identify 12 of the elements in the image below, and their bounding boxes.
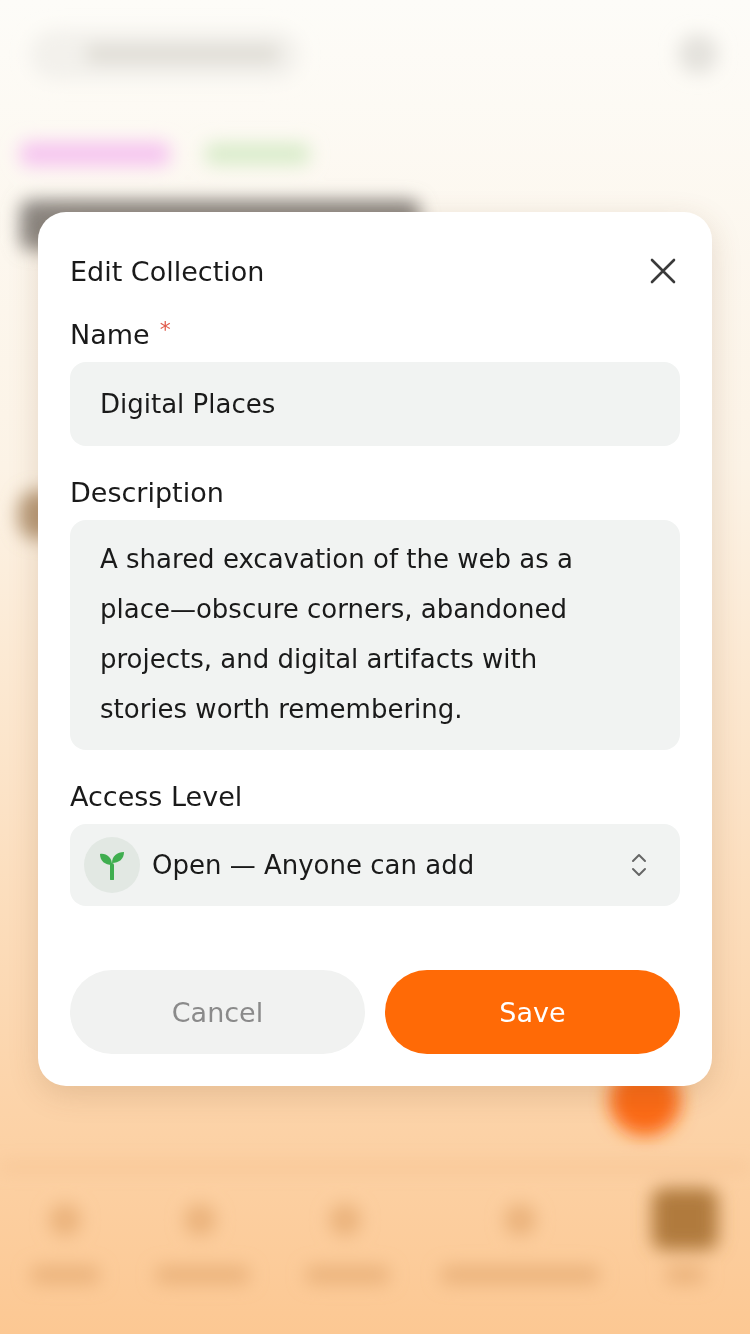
select-value: Open — Anyone can add — [152, 849, 476, 882]
field-label: Access Level — [70, 780, 243, 814]
close-icon[interactable] — [650, 258, 676, 284]
field-label: Name — [70, 318, 150, 352]
dialog-title: Edit Collection — [70, 255, 265, 287]
chevron-updown-icon — [630, 852, 648, 878]
sprout-icon — [84, 837, 140, 893]
input-field[interactable]: Digital Places — [70, 362, 680, 446]
required-mark: * — [159, 316, 171, 344]
field-label: Description — [70, 476, 224, 510]
text-area[interactable]: A shared excavation of the web as a place—obscure corners, abandoned projects, and digital artifacts with stories worth remembering. — [70, 520, 680, 750]
select-field[interactable]: Open — Anyone can add — [70, 824, 680, 906]
